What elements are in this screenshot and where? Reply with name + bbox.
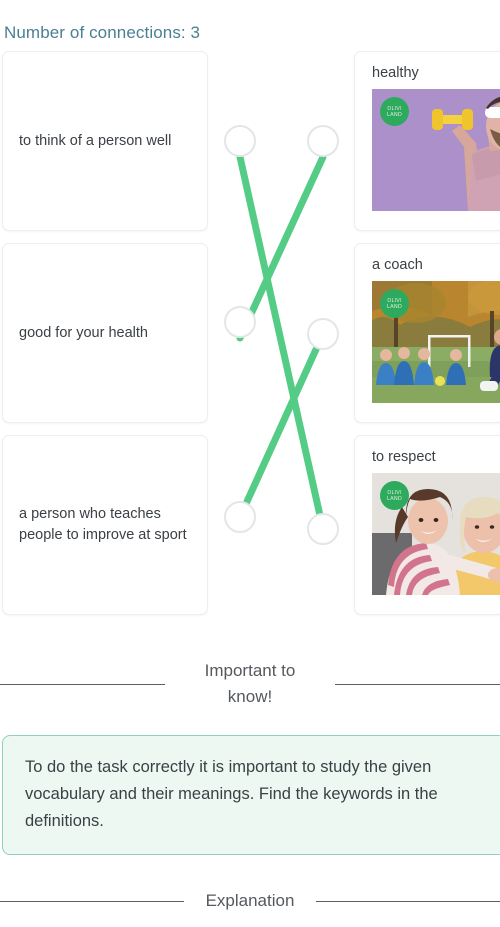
- watermark-line-2: LAND: [386, 495, 403, 502]
- definition-card-2[interactable]: good for your health: [2, 243, 208, 423]
- watermark-badge: OLIVI LAND: [380, 289, 409, 318]
- section-title-important: Important to know!: [204, 661, 296, 706]
- term-card-2-image: OLIVI LAND: [372, 281, 500, 403]
- definition-card-1[interactable]: to think of a person well: [2, 51, 208, 231]
- important-to-know-box: To do the task correctly it is important…: [2, 735, 500, 855]
- term-card-3[interactable]: to respect OLIVI LAND: [354, 435, 500, 615]
- section-title-explanation: Explanation: [205, 891, 295, 910]
- term-card-1[interactable]: healthy OLIVI LAND: [354, 51, 500, 231]
- connector-node-right-3[interactable]: [307, 513, 339, 545]
- matching-exercise: to think of a person well good for your …: [0, 49, 500, 621]
- section-divider-explanation: Explanation: [0, 888, 500, 914]
- definition-card-3-text: a person who teaches people to improve a…: [19, 506, 187, 543]
- section-divider-important: Important to know!: [0, 658, 500, 710]
- connection-line-def3-term2: [236, 330, 327, 521]
- watermark-line-2: LAND: [386, 111, 403, 118]
- divider-line-right: [316, 900, 500, 902]
- exercise-page: Number of connections: 3 to think of a p…: [0, 0, 500, 927]
- term-card-1-image: OLIVI LAND: [372, 89, 500, 211]
- term-card-3-label: to respect: [372, 449, 436, 465]
- term-card-1-label: healthy: [372, 65, 419, 81]
- definition-card-1-text: to think of a person well: [19, 132, 172, 149]
- divider-line-left: [0, 900, 184, 902]
- term-card-2-label: a coach: [372, 257, 423, 273]
- watermark-badge: OLIVI LAND: [380, 97, 409, 126]
- connector-node-left-1[interactable]: [224, 125, 256, 157]
- divider-line-right: [335, 683, 500, 685]
- connector-node-left-2[interactable]: [224, 306, 256, 338]
- term-card-2[interactable]: a coach OLIVI LAND: [354, 243, 500, 423]
- important-to-know-text: To do the task correctly it is important…: [25, 758, 438, 830]
- connector-node-right-2[interactable]: [307, 318, 339, 350]
- definition-card-2-text: good for your health: [19, 324, 148, 341]
- divider-line-left: [0, 683, 165, 685]
- connector-node-left-3[interactable]: [224, 501, 256, 533]
- definition-card-3[interactable]: a person who teaches people to improve a…: [2, 435, 208, 615]
- connection-line-def2-term1: [236, 153, 327, 342]
- watermark-badge: OLIVI LAND: [380, 481, 409, 510]
- watermark-line-2: LAND: [386, 303, 403, 310]
- connector-node-right-1[interactable]: [307, 125, 339, 157]
- term-card-3-image: OLIVI LAND: [372, 473, 500, 595]
- connections-counter: Number of connections: 3: [4, 23, 201, 42]
